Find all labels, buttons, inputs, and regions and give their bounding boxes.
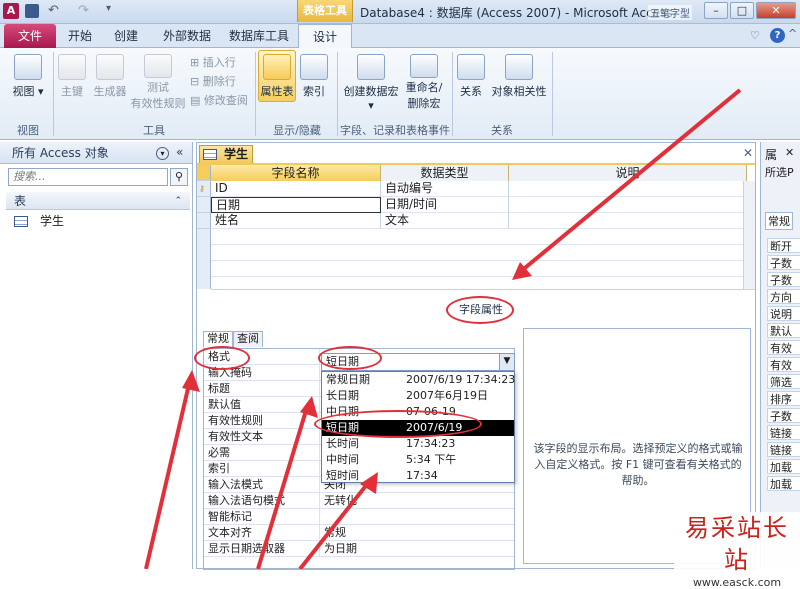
watermark-text: 易采站长站 [685, 514, 789, 574]
site-watermark: 易采站长站 www.easck.com [674, 512, 800, 589]
annotation-arrows [144, 88, 742, 569]
watermark-url: www.easck.com [692, 576, 782, 589]
doc-table-icon [203, 149, 217, 160]
